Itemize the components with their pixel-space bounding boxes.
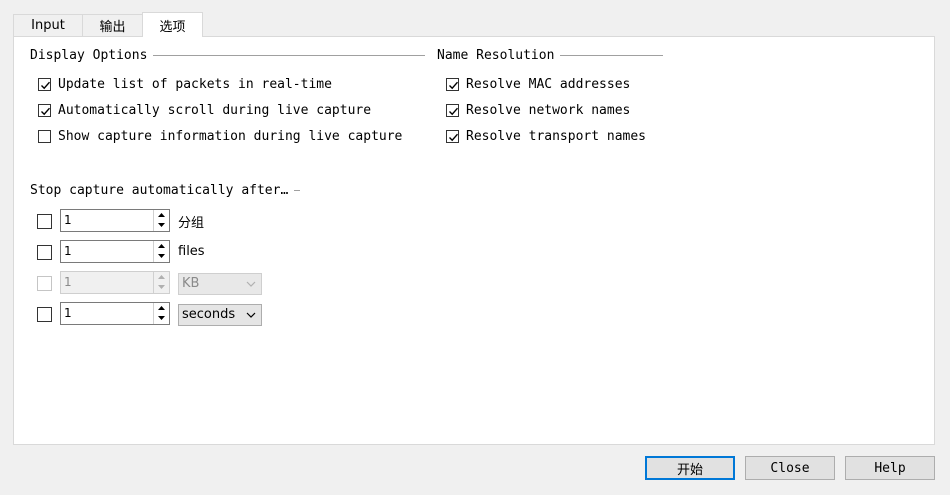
help-button[interactable]: Help <box>845 456 935 480</box>
checkbox-checked-icon[interactable] <box>38 78 51 91</box>
select-value: KB <box>182 276 200 291</box>
stop-after-packets-checkbox[interactable] <box>37 214 52 229</box>
display-option-update-list[interactable]: Update list of packets in real-time <box>38 77 332 92</box>
name-resolution-divider <box>560 55 664 56</box>
spin-down-icon[interactable] <box>157 251 166 261</box>
duration-unit-select[interactable]: seconds <box>178 304 262 326</box>
stop-after-size-checkbox <box>37 276 52 291</box>
spinbox-arrows <box>153 303 169 324</box>
options-panel: Display Options Update list of packets i… <box>13 36 935 445</box>
spin-up-icon <box>158 275 165 279</box>
display-option-auto-scroll[interactable]: Automatically scroll during live capture <box>38 103 371 118</box>
stop-after-duration-spinbox[interactable]: 1 <box>60 302 170 325</box>
stop-after-files-checkbox[interactable] <box>37 245 52 260</box>
size-unit-select: KB <box>178 273 262 295</box>
checkbox-checked-icon[interactable] <box>446 130 459 143</box>
stop-after-duration-checkbox[interactable] <box>37 307 52 322</box>
close-button[interactable]: Close <box>745 456 835 480</box>
start-button[interactable]: 开始 <box>645 456 735 480</box>
files-unit-label: files <box>178 244 205 259</box>
spin-up-icon[interactable] <box>157 303 166 313</box>
resolve-network-names[interactable]: Resolve network names <box>446 103 630 118</box>
checkbox-checked-icon[interactable] <box>38 104 51 117</box>
display-option-show-capture-info[interactable]: Show capture information during live cap… <box>38 129 402 144</box>
spinbox-arrows <box>153 241 169 262</box>
stop-after-packets-spinbox[interactable]: 1 <box>60 209 170 232</box>
stop-capture-divider <box>294 190 301 191</box>
stop-after-files-spinbox[interactable]: 1 <box>60 240 170 263</box>
spin-up-icon[interactable] <box>157 210 166 220</box>
packets-unit-label: 分组 <box>178 216 205 231</box>
name-resolution-title: Name Resolution <box>437 48 664 63</box>
checkbox-checked-icon[interactable] <box>446 78 459 91</box>
spinbox-arrows <box>153 272 169 293</box>
stop-after-size-spinbox: 1 <box>60 271 170 294</box>
spinbox-arrows <box>153 210 169 231</box>
chevron-down-icon <box>246 312 256 318</box>
checkbox-unchecked-icon[interactable] <box>38 130 51 143</box>
spinbox-value: 1 <box>64 275 72 289</box>
spin-up-icon[interactable] <box>157 241 166 251</box>
spin-down-icon[interactable] <box>157 313 166 323</box>
chevron-down-icon <box>246 281 256 287</box>
tab-output[interactable]: 输出 <box>82 14 143 36</box>
select-value: seconds <box>182 307 236 322</box>
spin-down-icon[interactable] <box>157 220 166 230</box>
stop-capture-title: Stop capture automatically after… <box>30 183 301 198</box>
spinbox-value: 1 <box>64 213 72 227</box>
display-options-divider <box>153 55 426 56</box>
display-options-title: Display Options <box>30 48 426 63</box>
spinbox-value: 1 <box>64 244 72 258</box>
tab-input[interactable]: Input <box>13 14 83 36</box>
resolve-mac-addresses[interactable]: Resolve MAC addresses <box>446 77 630 92</box>
tab-options[interactable]: 选项 <box>142 12 203 37</box>
spinbox-value: 1 <box>64 306 72 320</box>
checkbox-checked-icon[interactable] <box>446 104 459 117</box>
spin-down-icon <box>158 285 165 289</box>
resolve-transport-names[interactable]: Resolve transport names <box>446 129 646 144</box>
